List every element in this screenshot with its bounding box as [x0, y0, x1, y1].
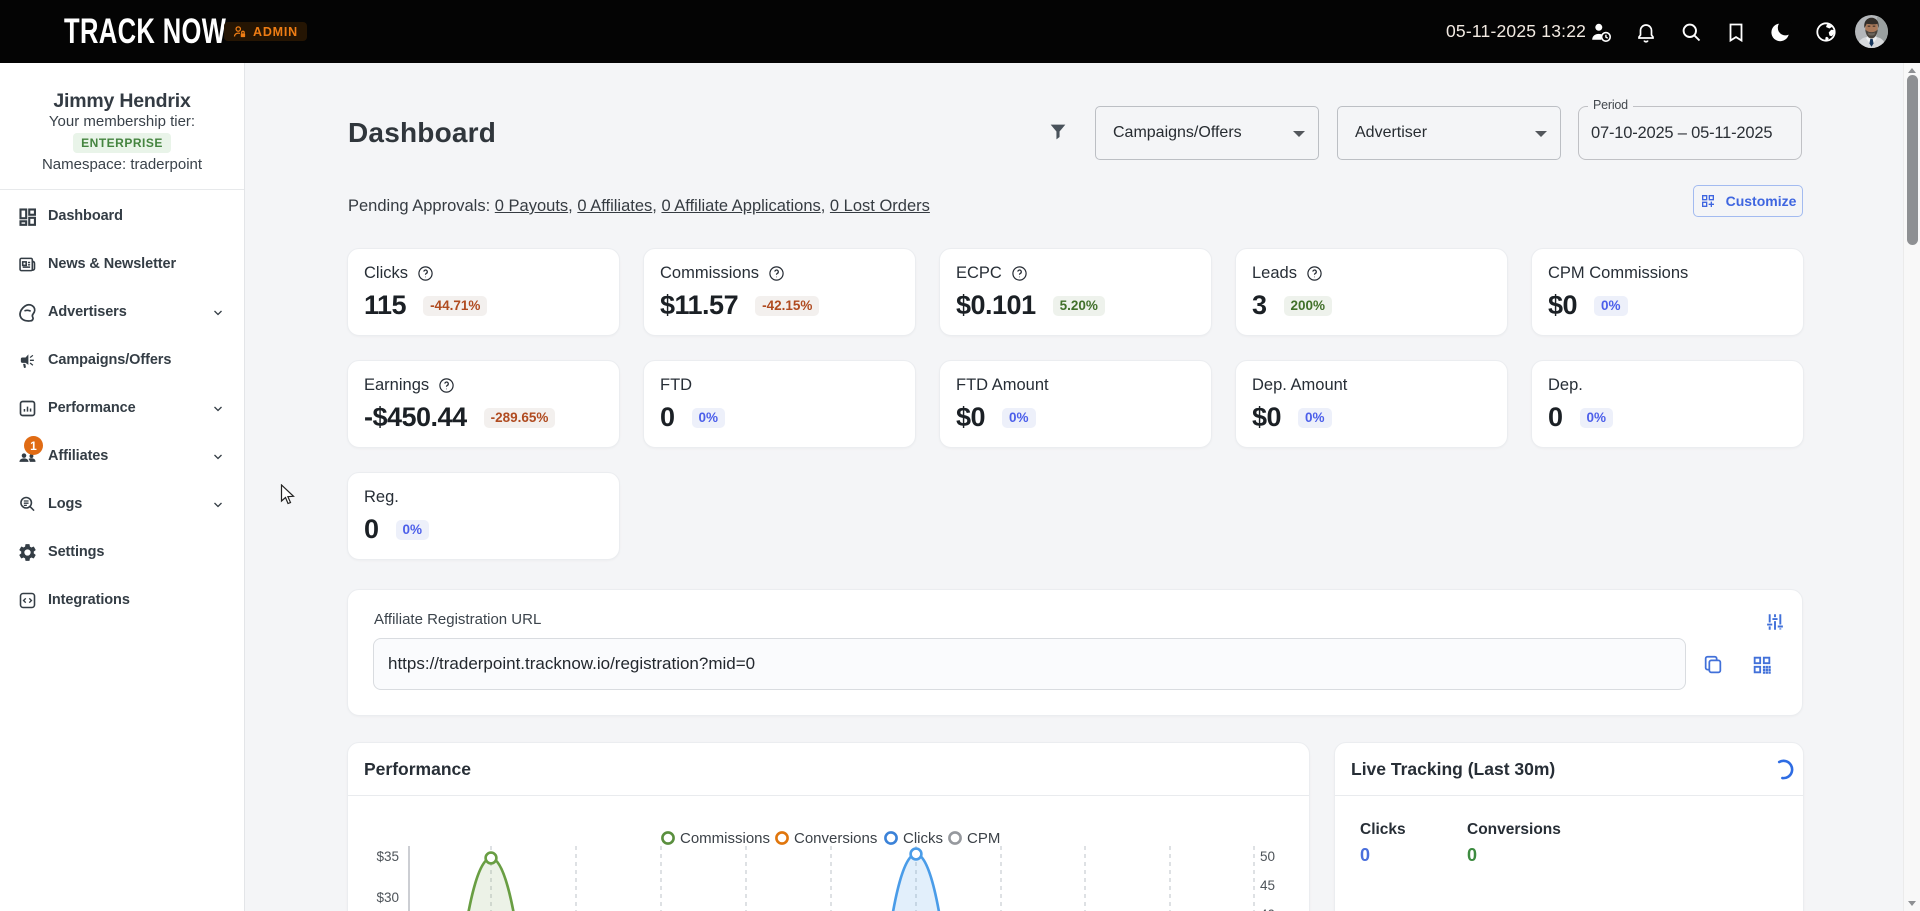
svg-text:45: 45 — [1260, 878, 1275, 893]
svg-text:Commissions: Commissions — [680, 830, 770, 847]
svg-text:40: 40 — [1260, 907, 1275, 911]
svg-text:Clicks: Clicks — [903, 830, 943, 847]
svg-text:$30: $30 — [376, 890, 399, 905]
svg-text:Conversions: Conversions — [794, 830, 877, 847]
svg-text:CPM: CPM — [967, 830, 1000, 847]
svg-text:$35: $35 — [376, 849, 399, 864]
svg-text:50: 50 — [1260, 849, 1275, 864]
